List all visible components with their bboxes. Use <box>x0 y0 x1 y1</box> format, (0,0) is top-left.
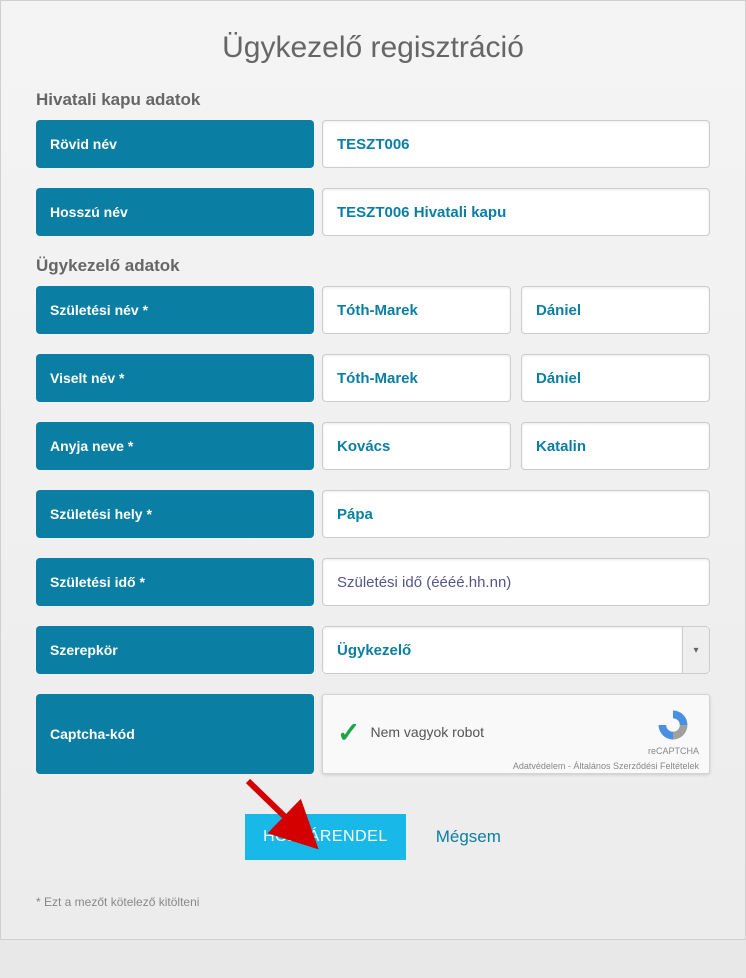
chevron-down-icon[interactable]: ▾ <box>682 626 710 674</box>
label-birth-name: Születési név * <box>36 286 314 334</box>
required-footnote: * Ezt a mezőt kötelező kitölteni <box>36 895 710 909</box>
row-short-name: Rövid név TESZT006 <box>36 120 710 168</box>
field-long-name: TESZT006 Hivatali kapu <box>322 188 710 236</box>
section-ugykezelo-heading: Ügykezelő adatok <box>36 256 710 276</box>
recaptcha-legal: Adatvédelem - Általános Szerződési Felté… <box>333 761 699 771</box>
used-name-first-input[interactable]: Dániel <box>521 354 710 402</box>
label-long-name: Hosszú név <box>36 188 314 236</box>
section-hivatali-heading: Hivatali kapu adatok <box>36 90 710 110</box>
submit-button[interactable]: HOZZÁRENDEL <box>245 814 406 860</box>
row-birth-date: Születési idő * Születési idő (éééé.hh.n… <box>36 558 710 606</box>
birth-place-input[interactable]: Pápa <box>322 490 710 538</box>
label-used-name: Viselt név * <box>36 354 314 402</box>
birth-name-first-input[interactable]: Dániel <box>521 286 710 334</box>
recaptcha-brand: reCAPTCHA <box>648 746 699 756</box>
recaptcha-widget[interactable]: ✓ Nem vagyok robot reCAPTCHA Adatvédelem… <box>322 694 710 774</box>
label-short-name: Rövid név <box>36 120 314 168</box>
used-name-last-input[interactable]: Tóth-Marek <box>322 354 511 402</box>
recaptcha-icon <box>656 708 690 742</box>
row-birth-name: Születési név * Tóth-Marek Dániel <box>36 286 710 334</box>
label-captcha: Captcha-kód <box>36 694 314 774</box>
row-role: Szerepkör Ügykezelő ▾ <box>36 626 710 674</box>
checkmark-icon: ✓ <box>337 716 360 749</box>
row-captcha: Captcha-kód ✓ Nem vagyok robot reCAPTCHA… <box>36 694 710 774</box>
mother-name-first-input[interactable]: Katalin <box>521 422 710 470</box>
row-long-name: Hosszú név TESZT006 Hivatali kapu <box>36 188 710 236</box>
row-birth-place: Születési hely * Pápa <box>36 490 710 538</box>
label-role: Szerepkör <box>36 626 314 674</box>
page-title: Ügykezelő regisztráció <box>36 31 710 65</box>
mother-name-last-input[interactable]: Kovács <box>322 422 511 470</box>
field-short-name: TESZT006 <box>322 120 710 168</box>
cancel-link[interactable]: Mégsem <box>436 827 501 847</box>
role-select[interactable]: Ügykezelő ▾ <box>322 626 710 674</box>
birth-date-input[interactable]: Születési idő (éééé.hh.nn) <box>322 558 710 606</box>
label-mother-name: Anyja neve * <box>36 422 314 470</box>
label-birth-date: Születési idő * <box>36 558 314 606</box>
role-selected-value: Ügykezelő <box>322 626 682 674</box>
row-used-name: Viselt név * Tóth-Marek Dániel <box>36 354 710 402</box>
row-mother-name: Anyja neve * Kovács Katalin <box>36 422 710 470</box>
birth-name-last-input[interactable]: Tóth-Marek <box>322 286 511 334</box>
captcha-not-robot-text: Nem vagyok robot <box>370 724 484 740</box>
label-birth-place: Születési hely * <box>36 490 314 538</box>
